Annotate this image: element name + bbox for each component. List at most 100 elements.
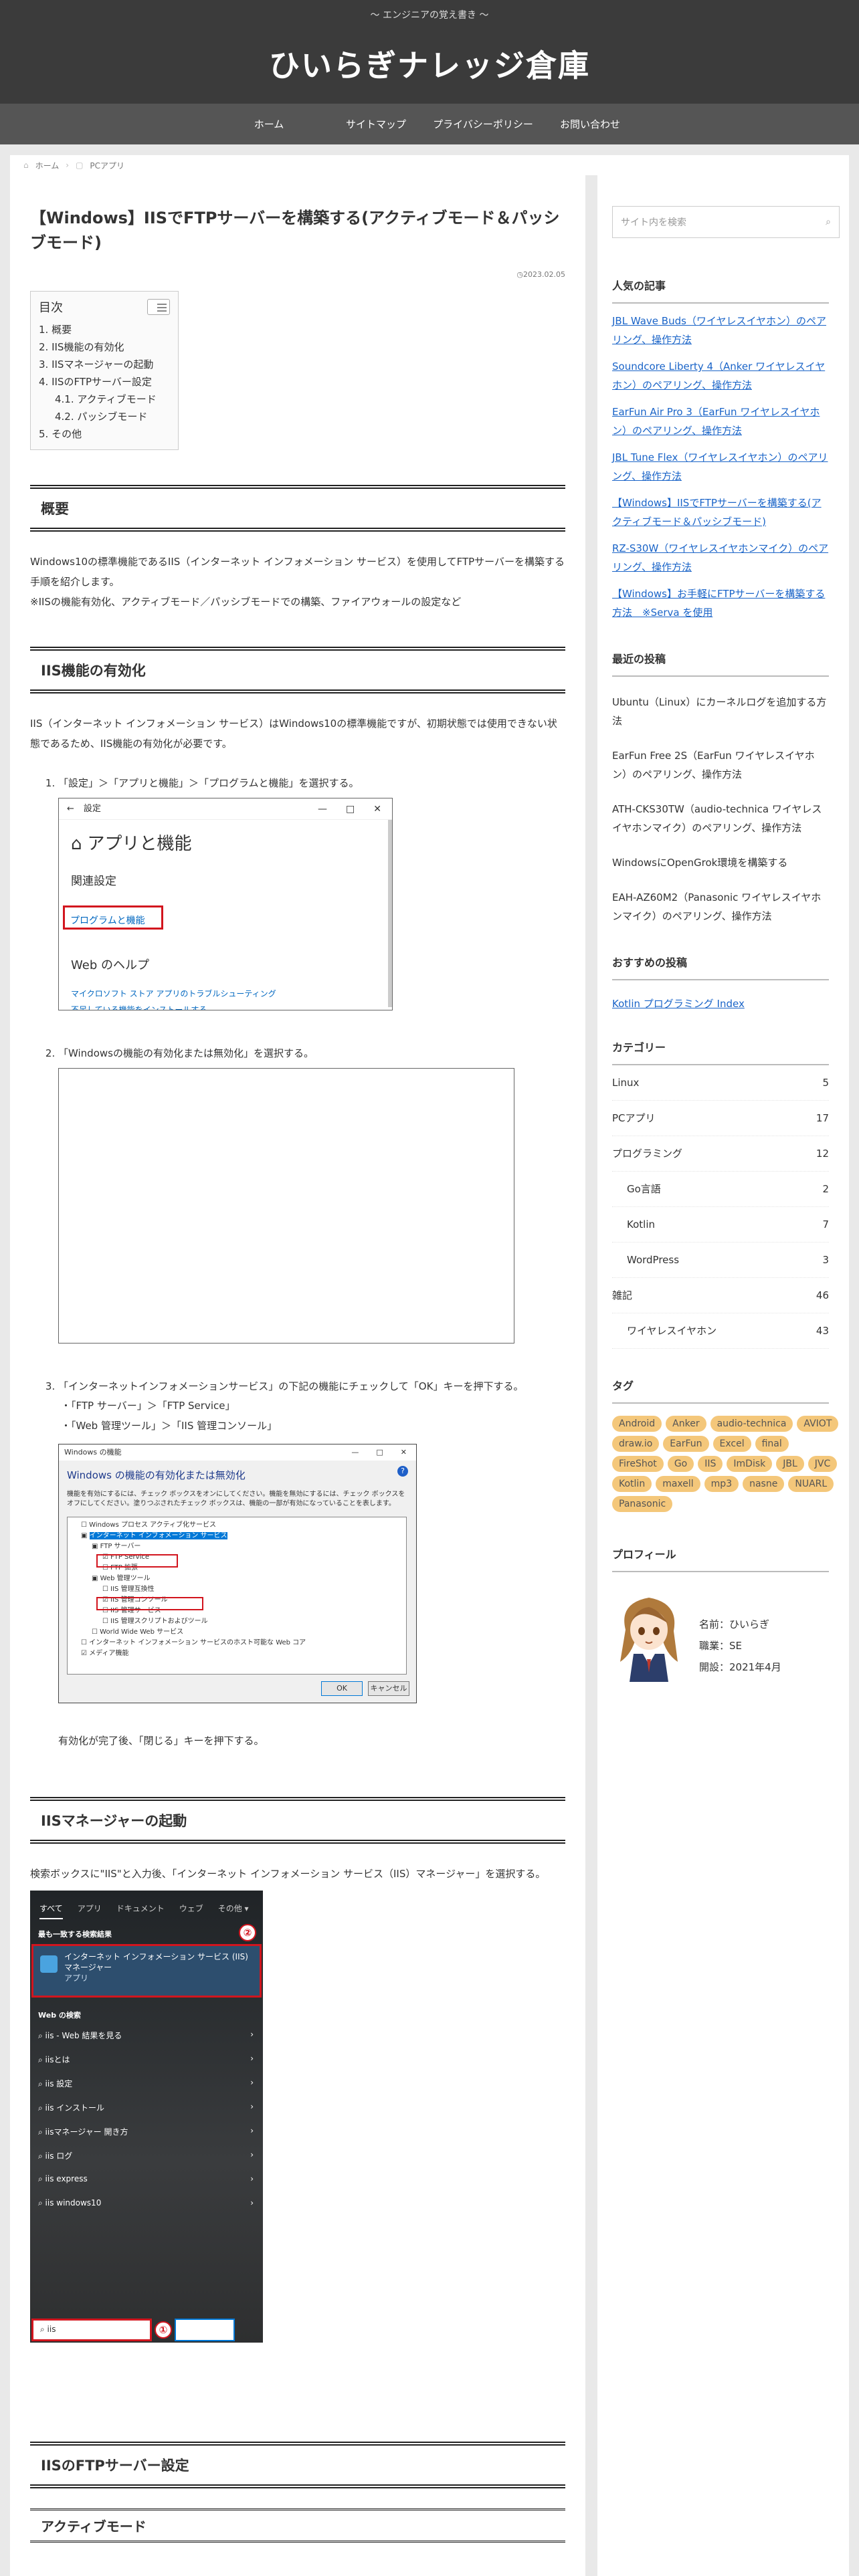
popular-link[interactable]: Soundcore Liberty 4（Anker ワイヤレスイヤホン）のペアリ…: [612, 357, 829, 395]
recent-post-link[interactable]: Ubuntu（Linux）にカーネルログを追加する方法: [612, 693, 829, 730]
toc-item[interactable]: 1. 概要: [39, 321, 170, 338]
toc-title: 目次: [39, 301, 63, 316]
avatar: [612, 1590, 686, 1682]
breadcrumb-home[interactable]: ホーム: [35, 160, 60, 171]
bullet-iis-console: ・「Web 管理ツール」＞「IIS 管理コンソール」: [61, 1420, 278, 1432]
search-tab: ウェブ: [179, 1904, 203, 1914]
site-header: ～ エンジニアの覚え書き ～ ひいらぎナレッジ倉庫: [0, 0, 859, 104]
tag-chip[interactable]: JVC: [807, 1456, 838, 1472]
toc-item[interactable]: 2. IIS機能の有効化: [39, 338, 170, 356]
post-date: ◷2023.02.05: [516, 270, 565, 280]
programs-features-link: プログラムと機能: [63, 905, 163, 930]
search-tab: アプリ: [77, 1904, 102, 1914]
tag-cloud: Android Anker audio-technica AVIOT draw.…: [612, 1416, 840, 1512]
tag-chip[interactable]: Panasonic: [612, 1496, 673, 1512]
recent-post-link[interactable]: EarFun Free 2S（EarFun ワイヤレスイヤホン）のペアリング、操…: [612, 746, 829, 784]
popular-link[interactable]: RZ-S30W（ワイヤレスイヤホンマイク）のペアリング、操作方法: [612, 539, 829, 576]
web-result-row: ⌕ iis 設定 ›: [38, 2078, 254, 2089]
popular-link[interactable]: JBL Wave Buds（ワイヤレスイヤホン）のペアリング、操作方法: [612, 312, 829, 349]
category-title: カテゴリー: [612, 1039, 829, 1065]
category-item[interactable]: PCアプリ 17: [612, 1101, 829, 1136]
recent-post-link[interactable]: ATH-CKS30TW（audio-technica ワイヤレスイヤホンマイク）…: [612, 800, 829, 837]
popular-link[interactable]: 【Windows】IISでFTPサーバーを構築する(アクティブモード＆パッシブモ…: [612, 494, 829, 531]
search-icon[interactable]: ⌕: [826, 217, 831, 227]
toc-item[interactable]: 3. IISマネージャーの起動: [39, 356, 170, 373]
dialog-title: Windows の機能: [64, 1448, 122, 1457]
toc-toggle-button[interactable]: [147, 299, 170, 316]
popular-list: JBL Wave Buds（ワイヤレスイヤホン）のペアリング、操作方法 Soun…: [612, 312, 829, 622]
search-tab: すべて: [39, 1903, 63, 1920]
tag-chip[interactable]: FireShot: [612, 1456, 664, 1472]
category-item[interactable]: 雑記 46: [612, 1278, 829, 1313]
profile-title: プロフィール: [612, 1545, 829, 1572]
home-icon: ⌂: [23, 160, 29, 170]
recent-title: 最近の投稿: [612, 650, 829, 677]
tag-chip[interactable]: EarFun: [663, 1436, 709, 1452]
tag-chip[interactable]: final: [755, 1436, 789, 1452]
missing-features-link: 不足している機能をインストールする: [71, 1005, 207, 1011]
category-item[interactable]: Kotlin 7: [612, 1207, 829, 1243]
tag-chip[interactable]: AVIOT: [797, 1416, 839, 1432]
settings-screenshot: ← 設定 — □ ✕ ⌂ アプリと機能 関連設定 プログラムと機能 Web のヘルプ …: [58, 798, 393, 1011]
toc-item[interactable]: 4.1. アクティブモード: [39, 391, 170, 408]
recent-list: Ubuntu（Linux）にカーネルログを追加する方法 EarFun Free …: [612, 693, 829, 926]
recommend-link[interactable]: Kotlin プログラミング Index: [612, 996, 829, 1010]
settings-heading: アプリと機能: [87, 834, 192, 855]
nav-contact[interactable]: お問い合わせ: [537, 117, 644, 131]
search-query-field: ⌕ iis: [31, 2319, 152, 2342]
breadcrumb-category[interactable]: PCアプリ: [90, 160, 124, 171]
tag-chip[interactable]: NUARL: [788, 1476, 834, 1492]
popular-link[interactable]: 【Windows】お手軽にFTPサーバーを構築する方法 ※Serva を使用: [612, 584, 829, 622]
nav-home[interactable]: ホーム: [215, 117, 322, 131]
tag-chip[interactable]: ImDisk: [727, 1456, 773, 1472]
tag-chip[interactable]: Excel: [712, 1436, 751, 1452]
category-list: Linux 5 PCアプリ 17 プログラミング 12 Go言語 2 Kotlin 7 W…: [612, 1065, 829, 1349]
windows-features-image: [58, 1068, 514, 1344]
category-item[interactable]: Linux 5: [612, 1065, 829, 1101]
nav-privacy[interactable]: プライバシーポリシー: [430, 117, 537, 131]
chevron-right-icon: ›: [66, 160, 70, 170]
tag-chip[interactable]: audio-technica: [710, 1416, 793, 1432]
recommend-title: おすすめの投稿: [612, 954, 829, 980]
popular-link[interactable]: EarFun Air Pro 3（EarFun ワイヤレスイヤホン）のペアリング…: [612, 403, 829, 440]
popular-link[interactable]: JBL Tune Flex（ワイヤレスイヤホン）のペアリング、操作方法: [612, 448, 829, 486]
global-nav: ホーム サイトマップ プライバシーポリシー お問い合わせ: [0, 104, 859, 144]
heading-iis-manager: IISマネージャーの起動: [30, 1797, 565, 1844]
search-tab: その他 ▾: [217, 1904, 249, 1914]
web-help-label: Web のヘルプ: [71, 958, 149, 973]
toc-item[interactable]: 5. その他: [39, 425, 170, 443]
category-item[interactable]: WordPress 3: [612, 1243, 829, 1278]
help-icon: ?: [397, 1466, 408, 1477]
step-badge-1: ①: [155, 2321, 172, 2339]
tag-chip[interactable]: JBL: [776, 1456, 804, 1472]
tag-chip[interactable]: Anker: [666, 1416, 706, 1432]
step-3: 「インターネットインフォメーションサービス」の下記の機能にチェックして「OK」キ…: [58, 1377, 565, 1750]
site-search-input[interactable]: サイト内を検索 ⌕: [612, 206, 840, 238]
toc-item[interactable]: 4. IISのFTPサーバー設定: [39, 373, 170, 391]
recent-post-link[interactable]: EAH-AZ60M2（Panasonic ワイヤレスイヤホンマイク）のペアリング…: [612, 888, 829, 926]
tag-chip[interactable]: draw.io: [612, 1436, 660, 1452]
site-title[interactable]: ひいらぎナレッジ倉庫: [0, 41, 859, 86]
tag-chip[interactable]: Go: [667, 1456, 694, 1472]
toc-item[interactable]: 4.2. パッシブモード: [39, 408, 170, 425]
features-tree: ☐ Windows プロセス アクティブ化サービス ▣ インターネット インフォ…: [67, 1517, 407, 1675]
tag-chip[interactable]: nasne: [743, 1476, 785, 1492]
recent-post-link[interactable]: WindowsにOpenGrok環境を構築する: [612, 853, 829, 872]
tag-chip[interactable]: maxell: [656, 1476, 700, 1492]
tag-chip[interactable]: Android: [612, 1416, 662, 1432]
ok-button: OK: [321, 1681, 363, 1697]
category-item[interactable]: Go言語 2: [612, 1172, 829, 1207]
tag-chip[interactable]: mp3: [704, 1476, 739, 1492]
web-result-row: ⌕ iis インストール ›: [38, 2102, 254, 2113]
web-result-row: ⌕ iis windows10 ›: [38, 2198, 254, 2208]
tag-chip[interactable]: Kotlin: [612, 1476, 652, 1492]
nav-sitemap[interactable]: サイトマップ: [322, 117, 430, 131]
tag-chip[interactable]: IIS: [698, 1456, 723, 1472]
profile-job: 職業：SE: [699, 1640, 742, 1652]
step-1: 「設定」＞「アプリと機能」＞「プログラムと機能」を選択する。 ← 設定 —□✕ …: [58, 774, 565, 1031]
overview-text: Windows10の標準機能であるIIS（インターネット インフォメーション サ…: [30, 556, 565, 609]
back-arrow-icon: ←: [67, 803, 74, 814]
cancel-button: キャンセル: [368, 1681, 409, 1697]
category-item[interactable]: ワイヤレスイヤホン 43: [612, 1313, 829, 1349]
category-item[interactable]: プログラミング 12: [612, 1136, 829, 1172]
